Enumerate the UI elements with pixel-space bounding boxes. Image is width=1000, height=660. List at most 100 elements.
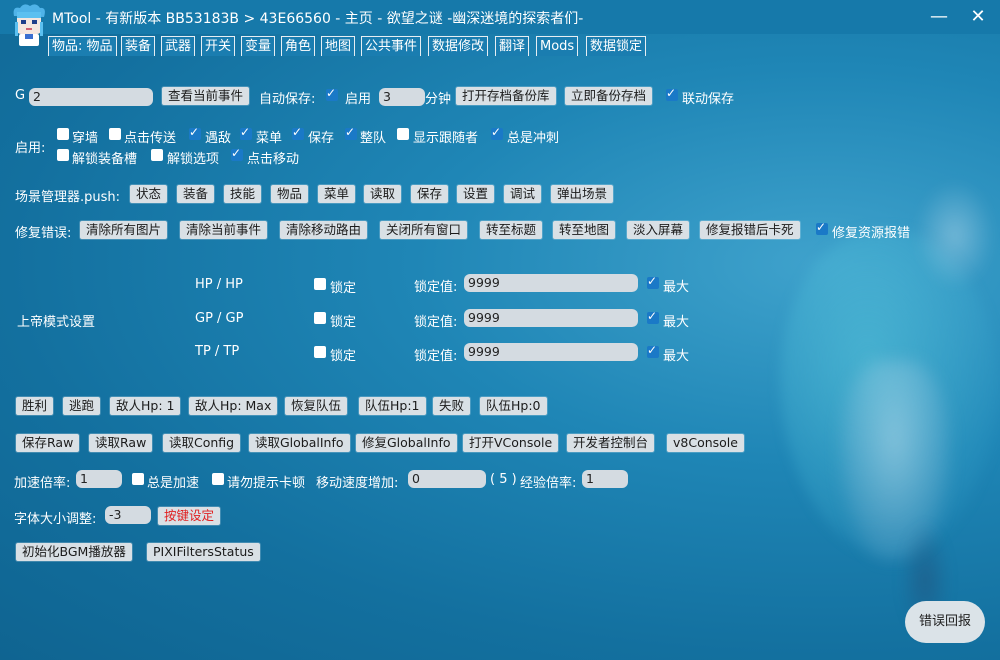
tab-maps[interactable]: 地图 <box>321 36 356 56</box>
minimize-button[interactable]: — <box>926 4 952 30</box>
developer-console-button[interactable]: 开发者控制台 <box>567 434 655 452</box>
scene-menu-button[interactable]: 菜单 <box>318 185 356 203</box>
clear-all-pictures-button[interactable]: 清除所有图片 <box>80 221 168 239</box>
linked-save-checkbox[interactable] <box>666 86 678 101</box>
tab-variables[interactable]: 变量 <box>241 36 276 56</box>
clear-move-route-button[interactable]: 清除移动路由 <box>280 221 368 239</box>
gold-input[interactable] <box>29 88 153 106</box>
scene-debug-button[interactable]: 调试 <box>504 185 542 203</box>
hp-lock-value-label: 锁定值: <box>414 280 458 295</box>
tab-common-events[interactable]: 公共事件 <box>361 36 422 56</box>
clear-current-event-button[interactable]: 清除当前事件 <box>180 221 268 239</box>
tab-weapons[interactable]: 武器 <box>161 36 196 56</box>
close-all-windows-button[interactable]: 关闭所有窗口 <box>380 221 468 239</box>
scene-pop-button[interactable]: 弹出场景 <box>551 185 614 203</box>
save-raw-button[interactable]: 保存Raw <box>16 434 80 452</box>
formation-checkbox[interactable] <box>345 125 357 140</box>
victory-button[interactable]: 胜利 <box>16 397 54 415</box>
encounter-checkbox[interactable] <box>189 125 201 140</box>
gp-lock-value-input[interactable] <box>464 309 638 327</box>
load-globalinfo-button[interactable]: 读取GlobalInfo <box>249 434 350 452</box>
goto-map-button[interactable]: 转至地图 <box>553 221 616 239</box>
no-lag-hint-checkbox[interactable] <box>212 473 224 485</box>
enemy-hp-1-button[interactable]: 敌人Hp: 1 <box>110 397 181 415</box>
scene-equip-button[interactable]: 装备 <box>177 185 215 203</box>
tp-lock-value-input[interactable] <box>464 343 638 361</box>
tab-items[interactable]: 物品: 物品 <box>48 36 117 56</box>
scene-options-button[interactable]: 设置 <box>457 185 495 203</box>
hp-max-checkbox[interactable] <box>647 274 659 289</box>
click-move-checkbox[interactable] <box>231 146 243 161</box>
autosave-interval-input[interactable] <box>379 88 425 106</box>
gp-max-label: 最大 <box>663 315 690 330</box>
scene-status-button[interactable]: 状态 <box>130 185 168 203</box>
fade-in-screen-button[interactable]: 淡入屏幕 <box>627 221 690 239</box>
keybind-settings-button[interactable]: 按键设定 <box>158 507 221 525</box>
noclip-checkbox[interactable] <box>57 128 69 140</box>
tp-lock-checkbox[interactable] <box>314 346 326 358</box>
hp-lock-value-input[interactable] <box>464 274 638 292</box>
view-current-event-button[interactable]: 查看当前事件 <box>162 87 250 105</box>
tp-max-checkbox[interactable] <box>647 343 659 358</box>
exp-rate-label: 经验倍率: <box>520 476 577 491</box>
escape-button[interactable]: 逃跑 <box>63 397 101 415</box>
error-report-button[interactable]: 错误回报 <box>905 601 985 643</box>
tab-actors[interactable]: 角色 <box>281 36 316 56</box>
accel-rate-input[interactable] <box>76 470 122 488</box>
tab-data-lock[interactable]: 数据锁定 <box>586 36 647 56</box>
scene-item-button[interactable]: 物品 <box>271 185 309 203</box>
linked-save-label: 联动保存 <box>682 92 735 107</box>
tab-switches[interactable]: 开关 <box>201 36 236 56</box>
save-checkbox[interactable] <box>292 125 304 140</box>
scene-manager-label: 场景管理器.push: <box>15 190 121 205</box>
show-followers-checkbox[interactable] <box>397 128 409 140</box>
enemy-hp-max-button[interactable]: 敌人Hp: Max <box>189 397 278 415</box>
unlock-equip-slot-checkbox[interactable] <box>57 149 69 161</box>
noclip-label: 穿墙 <box>72 131 99 146</box>
hp-max-label: 最大 <box>663 280 690 295</box>
fix-resource-error-checkbox[interactable] <box>816 220 828 235</box>
always-dash-label: 总是冲刺 <box>507 131 560 146</box>
gp-max-checkbox[interactable] <box>647 309 659 324</box>
tp-stat-label: TP / TP <box>195 344 240 359</box>
init-bgm-player-button[interactable]: 初始化BGM播放器 <box>16 543 132 561</box>
tab-translate[interactable]: 翻译 <box>495 36 530 56</box>
defeat-button[interactable]: 失败 <box>433 397 471 415</box>
goto-title-button[interactable]: 转至标题 <box>480 221 543 239</box>
open-backup-library-button[interactable]: 打开存档备份库 <box>456 87 556 105</box>
click-teleport-checkbox[interactable] <box>109 128 121 140</box>
scene-save-button[interactable]: 保存 <box>411 185 449 203</box>
load-raw-button[interactable]: 读取Raw <box>89 434 153 452</box>
tab-mods[interactable]: Mods <box>536 36 579 56</box>
backup-now-button[interactable]: 立即备份存档 <box>565 87 653 105</box>
load-config-button[interactable]: 读取Config <box>163 434 241 452</box>
unlock-options-checkbox[interactable] <box>151 149 163 161</box>
hp-lock-label: 锁定 <box>330 281 357 296</box>
scene-skill-button[interactable]: 技能 <box>224 185 262 203</box>
hp-lock-checkbox[interactable] <box>314 278 326 290</box>
menu-checkbox[interactable] <box>240 125 252 140</box>
tab-data-modify[interactable]: 数据修改 <box>428 36 489 56</box>
fix-globalinfo-button[interactable]: 修复GlobalInfo <box>356 434 457 452</box>
always-dash-checkbox[interactable] <box>491 125 503 140</box>
fix-freeze-button[interactable]: 修复报错后卡死 <box>700 221 800 239</box>
party-hp-1-button[interactable]: 队伍Hp:1 <box>359 397 426 415</box>
always-accel-checkbox[interactable] <box>132 473 144 485</box>
click-teleport-label: 点击传送 <box>124 131 177 146</box>
open-vconsole-button[interactable]: 打开VConsole <box>463 434 559 452</box>
close-button[interactable]: ✕ <box>965 4 991 30</box>
font-size-input[interactable] <box>105 506 151 524</box>
unlock-options-label: 解锁选项 <box>167 152 220 167</box>
recover-party-button[interactable]: 恢复队伍 <box>285 397 348 415</box>
v8console-button[interactable]: v8Console <box>667 434 744 452</box>
move-speed-input[interactable] <box>408 470 486 488</box>
pixi-filters-status-button[interactable]: PIXIFiltersStatus <box>147 543 260 561</box>
gp-lock-checkbox[interactable] <box>314 312 326 324</box>
scene-load-button[interactable]: 读取 <box>364 185 402 203</box>
autosave-enable-checkbox[interactable] <box>326 86 338 101</box>
party-hp-0-button[interactable]: 队伍Hp:0 <box>480 397 547 415</box>
tab-equipment[interactable]: 装备 <box>121 36 156 56</box>
window-title: MTool - 有新版本 BB53183B > 43E66560 - 主页 - … <box>52 11 584 27</box>
tp-max-label: 最大 <box>663 349 690 364</box>
exp-rate-input[interactable] <box>582 470 628 488</box>
